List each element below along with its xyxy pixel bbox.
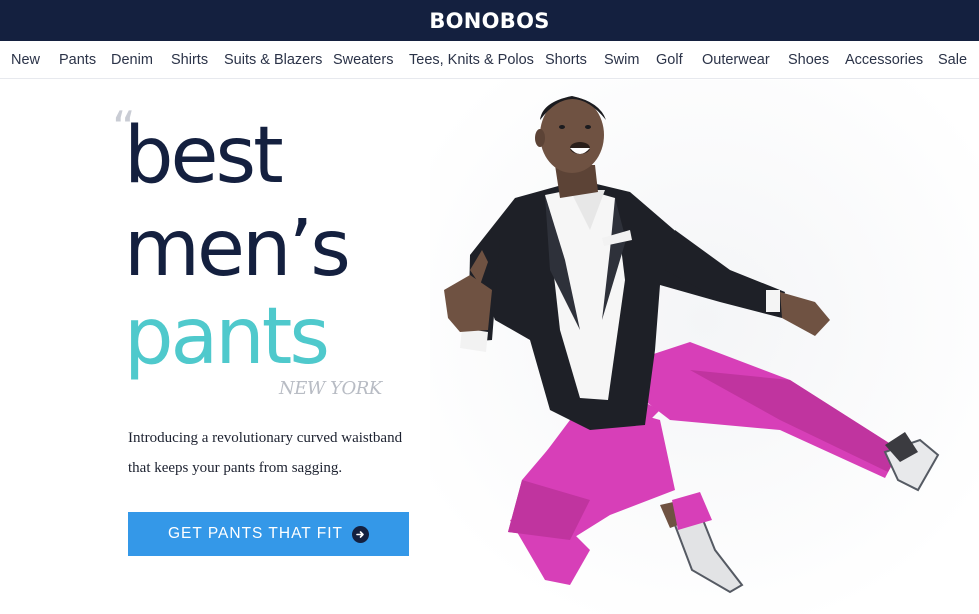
nav-item-sale[interactable]: Sale (938, 52, 967, 68)
headline-line-1: best (124, 111, 284, 201)
nav-item-tees-knits-polos[interactable]: Tees, Knits & Polos (409, 52, 534, 68)
bonobos-logo[interactable]: BONOBOS (429, 9, 549, 33)
get-pants-that-fit-button[interactable]: GET PANTS THAT FIT (128, 512, 409, 556)
nav-item-accessories[interactable]: Accessories (845, 52, 923, 68)
nav-item-suits-blazers[interactable]: Suits & Blazers (224, 52, 322, 68)
hero-photo (430, 80, 979, 614)
nav-item-pants[interactable]: Pants (59, 52, 96, 68)
nav-item-shirts[interactable]: Shirts (171, 52, 208, 68)
headline-line-3: pants (124, 292, 330, 382)
nav-item-outerwear[interactable]: Outerwear (702, 52, 770, 68)
arrow-right-circle-icon (352, 525, 370, 543)
main-nav: New Pants Denim Shirts Suits & Blazers S… (0, 41, 979, 79)
hero-subtext-line-1: Introducing a revolutionary curved waist… (128, 430, 403, 446)
nav-item-swim[interactable]: Swim (604, 52, 639, 68)
nav-item-denim[interactable]: Denim (111, 52, 153, 68)
nav-item-shoes[interactable]: Shoes (788, 52, 829, 68)
cta-label: GET PANTS THAT FIT (167, 525, 344, 542)
nav-item-shorts[interactable]: Shorts (545, 52, 587, 68)
headline-line-2: men’s (124, 204, 351, 294)
top-bar: BONOBOS (0, 0, 979, 41)
nav-item-golf[interactable]: Golf (656, 52, 683, 68)
nav-item-new[interactable]: New (11, 52, 40, 68)
nav-item-sweaters[interactable]: Sweaters (333, 52, 393, 68)
hero-subtext-line-2: that keeps your pants from sagging. (128, 460, 343, 476)
press-source-logo: NEW YORK (279, 378, 382, 399)
